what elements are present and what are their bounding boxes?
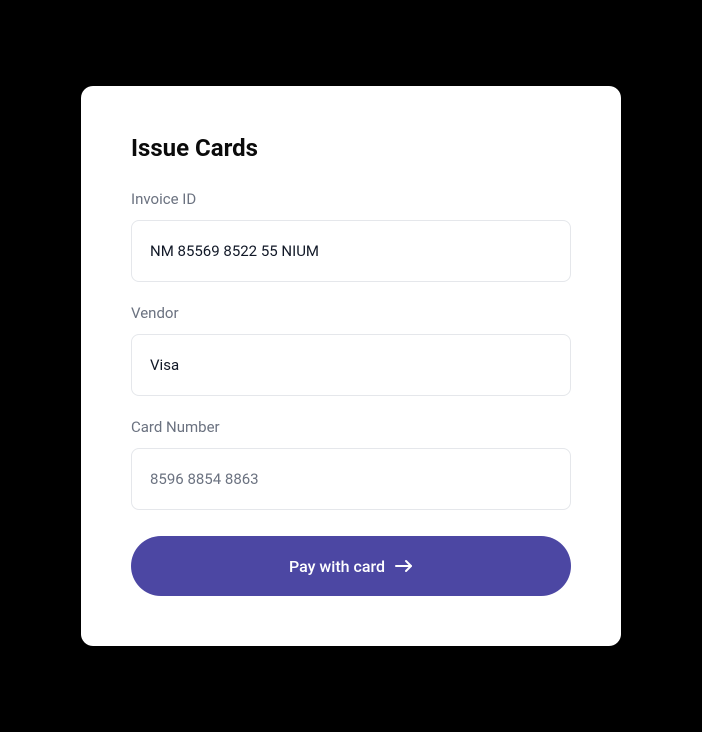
invoice-id-label: Invoice ID [131, 190, 571, 208]
issue-cards-form: Issue Cards Invoice ID Vendor Card Numbe… [81, 86, 621, 646]
arrow-right-icon [395, 559, 413, 573]
pay-button-label: Pay with card [289, 557, 385, 576]
pay-with-card-button[interactable]: Pay with card [131, 536, 571, 596]
invoice-id-field: Invoice ID [131, 190, 571, 282]
vendor-input[interactable] [131, 334, 571, 396]
invoice-id-input[interactable] [131, 220, 571, 282]
card-number-label: Card Number [131, 418, 571, 436]
page-title: Issue Cards [131, 134, 571, 162]
card-number-input[interactable] [131, 448, 571, 510]
vendor-label: Vendor [131, 304, 571, 322]
card-number-field: Card Number [131, 418, 571, 510]
vendor-field: Vendor [131, 304, 571, 396]
